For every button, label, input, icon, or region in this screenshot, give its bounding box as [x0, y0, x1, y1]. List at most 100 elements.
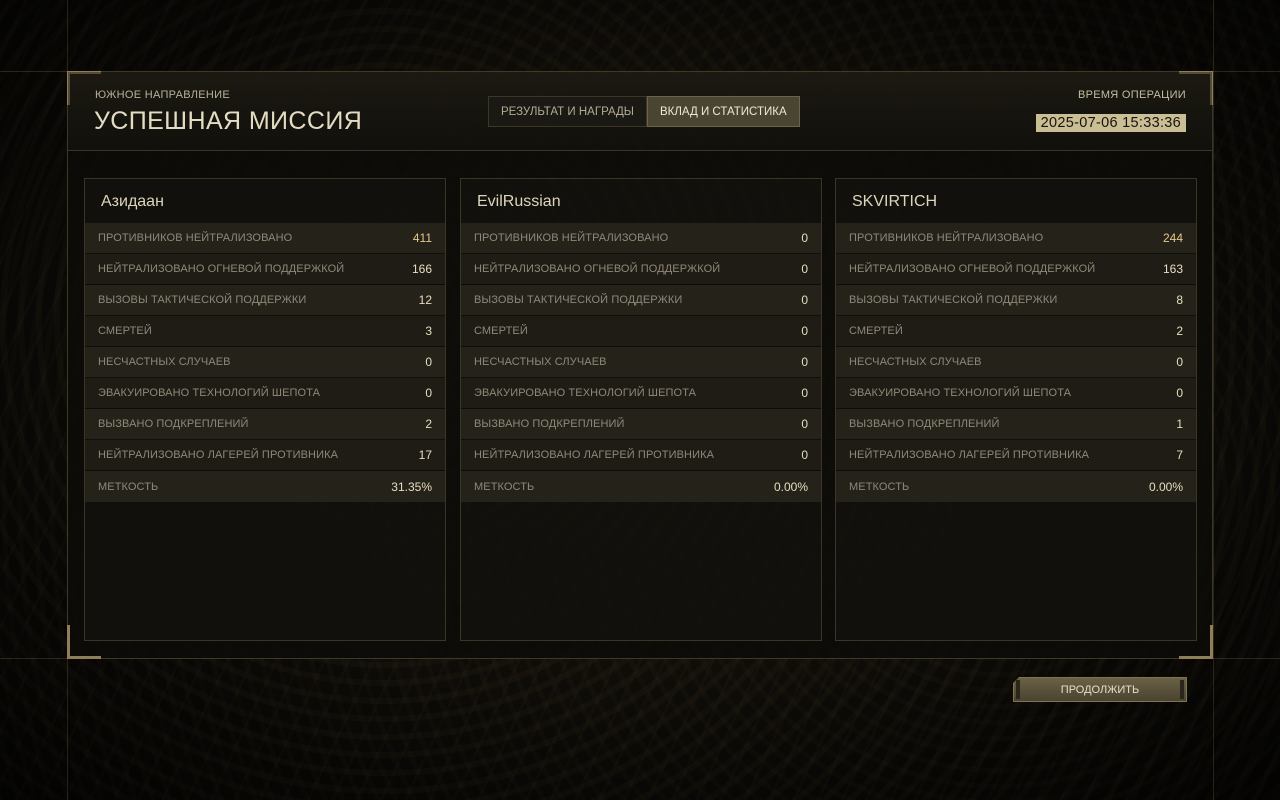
- mission-direction: ЮЖНОЕ НАПРАВЛЕНИЕ: [95, 89, 230, 101]
- stat-label: ВЫЗОВЫ ТАКТИЧЕСКОЙ ПОДДЕРЖКИ: [98, 294, 307, 306]
- stat-label: ВЫЗВАНО ПОДКРЕПЛЕНИЙ: [98, 418, 249, 430]
- stat-row: СМЕРТЕЙ 3: [85, 316, 445, 347]
- stat-label: НЕЙТРАЛИЗОВАНО ЛАГЕРЕЙ ПРОТИВНИКА: [98, 449, 339, 461]
- stat-label: МЕТКОСТЬ: [474, 480, 535, 493]
- stat-value: 12: [418, 293, 432, 307]
- stat-row: НЕСЧАСТНЫХ СЛУЧАЕВ 0: [836, 347, 1196, 378]
- stat-row: ПРОТИВНИКОВ НЕЙТРАЛИЗОВАНО 244: [836, 223, 1196, 254]
- stat-row: СМЕРТЕЙ 0: [461, 316, 821, 347]
- panel-header: ЮЖНОЕ НАПРАВЛЕНИЕ УСПЕШНАЯ МИССИЯ РЕЗУЛЬ…: [68, 72, 1212, 151]
- mission-results-panel: ЮЖНОЕ НАПРАВЛЕНИЕ УСПЕШНАЯ МИССИЯ РЕЗУЛЬ…: [67, 71, 1213, 659]
- stat-row: ПРОТИВНИКОВ НЕЙТРАЛИЗОВАНО 411: [85, 223, 445, 254]
- stat-label: ПРОТИВНИКОВ НЕЙТРАЛИЗОВАНО: [849, 232, 1044, 244]
- stat-label: ЭВАКУИРОВАНО ТЕХНОЛОГИЙ ШЕПОТА: [849, 387, 1072, 399]
- stat-value: 8: [1176, 293, 1183, 307]
- stat-label: НЕЙТРАЛИЗОВАНО ОГНЕВОЙ ПОДДЕРЖКОЙ: [474, 263, 721, 275]
- stat-row: ПРОТИВНИКОВ НЕЙТРАЛИЗОВАНО 0: [461, 223, 821, 254]
- stat-label: ВЫЗВАНО ПОДКРЕПЛЕНИЙ: [474, 418, 625, 430]
- stat-row: ЭВАКУИРОВАНО ТЕХНОЛОГИЙ ШЕПОТА 0: [85, 378, 445, 409]
- stat-row: МЕТКОСТЬ 31.35%: [85, 471, 445, 502]
- stat-row: ВЫЗОВЫ ТАКТИЧЕСКОЙ ПОДДЕРЖКИ 8: [836, 285, 1196, 316]
- stat-row: ВЫЗОВЫ ТАКТИЧЕСКОЙ ПОДДЕРЖКИ 12: [85, 285, 445, 316]
- stat-value: 0: [801, 324, 808, 338]
- stat-value: 1: [1176, 417, 1183, 431]
- stat-label: НЕЙТРАЛИЗОВАНО ОГНЕВОЙ ПОДДЕРЖКОЙ: [849, 263, 1096, 275]
- stat-value: 2: [425, 417, 432, 431]
- frame-corner: [1179, 656, 1213, 659]
- stat-value: 0: [801, 355, 808, 369]
- stat-label: НЕЙТРАЛИЗОВАНО ЛАГЕРЕЙ ПРОТИВНИКА: [474, 449, 715, 461]
- stats-list: ПРОТИВНИКОВ НЕЙТРАЛИЗОВАНО 411 НЕЙТРАЛИЗО…: [85, 223, 445, 502]
- stat-value: 0: [801, 386, 808, 400]
- stat-label: НЕСЧАСТНЫХ СЛУЧАЕВ: [98, 356, 231, 368]
- stat-value: 3: [425, 324, 432, 338]
- stat-value: 0: [801, 417, 808, 431]
- stat-row: ВЫЗВАНО ПОДКРЕПЛЕНИЙ 1: [836, 409, 1196, 440]
- stat-value: 0: [801, 262, 808, 276]
- stat-label: НЕЙТРАЛИЗОВАНО ЛАГЕРЕЙ ПРОТИВНИКА: [849, 449, 1090, 461]
- stat-label: НЕЙТРАЛИЗОВАНО ОГНЕВОЙ ПОДДЕРЖКОЙ: [98, 263, 345, 275]
- stat-row: СМЕРТЕЙ 2: [836, 316, 1196, 347]
- stat-value: 0.00%: [773, 479, 808, 494]
- continue-button[interactable]: ПРОДОЛЖИТЬ: [1013, 677, 1187, 702]
- stat-label: ВЫЗОВЫ ТАКТИЧЕСКОЙ ПОДДЕРЖКИ: [849, 294, 1058, 306]
- stat-value: 0: [425, 386, 432, 400]
- stat-row: НЕЙТРАЛИЗОВАНО ОГНЕВОЙ ПОДДЕРЖКОЙ 0: [461, 254, 821, 285]
- stat-value: 411: [412, 231, 432, 245]
- player-card: SKVIRTICH ПРОТИВНИКОВ НЕЙТРАЛИЗОВАНО 244 …: [835, 178, 1197, 641]
- stat-label: МЕТКОСТЬ: [98, 480, 159, 493]
- player-name: Азидаан: [101, 193, 164, 210]
- stat-value: 17: [418, 448, 432, 462]
- stat-label: ВЫЗВАНО ПОДКРЕПЛЕНИЙ: [849, 418, 1000, 430]
- stat-value: 0.00%: [1148, 479, 1183, 494]
- tab-bar: РЕЗУЛЬТАТ И НАГРАДЫ ВКЛАД И СТАТИСТИКА: [488, 96, 800, 127]
- stat-value: 7: [1176, 448, 1183, 462]
- stat-value: 31.35%: [391, 479, 432, 494]
- stat-label: ЭВАКУИРОВАНО ТЕХНОЛОГИЙ ШЕПОТА: [98, 387, 321, 399]
- stat-row: МЕТКОСТЬ 0.00%: [836, 471, 1196, 502]
- stat-label: ЭВАКУИРОВАНО ТЕХНОЛОГИЙ ШЕПОТА: [474, 387, 697, 399]
- player-name: SKVIRTICH: [852, 193, 938, 210]
- stat-row: ЭВАКУИРОВАНО ТЕХНОЛОГИЙ ШЕПОТА 0: [836, 378, 1196, 409]
- stat-value: 0: [801, 448, 808, 462]
- guide-line-right: [1213, 0, 1214, 800]
- stat-label: ПРОТИВНИКОВ НЕЙТРАЛИЗОВАНО: [98, 232, 293, 244]
- tab-results-rewards[interactable]: РЕЗУЛЬТАТ И НАГРАДЫ: [488, 96, 647, 127]
- player-card: EvilRussian ПРОТИВНИКОВ НЕЙТРАЛИЗОВАНО 0 …: [460, 178, 822, 641]
- page-title: УСПЕШНАЯ МИССИЯ: [94, 107, 363, 135]
- stat-label: МЕТКОСТЬ: [849, 480, 910, 493]
- stat-row: МЕТКОСТЬ 0.00%: [461, 471, 821, 502]
- stat-label: СМЕРТЕЙ: [98, 325, 152, 337]
- stat-label: ВЫЗОВЫ ТАКТИЧЕСКОЙ ПОДДЕРЖКИ: [474, 294, 683, 306]
- tab-contribution-stats[interactable]: ВКЛАД И СТАТИСТИКА: [647, 96, 800, 127]
- stat-row: НЕЙТРАЛИЗОВАНО ОГНЕВОЙ ПОДДЕРЖКОЙ 163: [836, 254, 1196, 285]
- frame-corner: [67, 656, 101, 659]
- stat-row: НЕЙТРАЛИЗОВАНО ЛАГЕРЕЙ ПРОТИВНИКА 0: [461, 440, 821, 471]
- stat-value: 0: [1176, 386, 1183, 400]
- stat-label: НЕСЧАСТНЫХ СЛУЧАЕВ: [849, 356, 982, 368]
- player-card: Азидаан ПРОТИВНИКОВ НЕЙТРАЛИЗОВАНО 411 НЕ…: [84, 178, 446, 641]
- stat-row: ВЫЗВАНО ПОДКРЕПЛЕНИЙ 2: [85, 409, 445, 440]
- stat-row: НЕСЧАСТНЫХ СЛУЧАЕВ 0: [461, 347, 821, 378]
- stat-label: ПРОТИВНИКОВ НЕЙТРАЛИЗОВАНО: [474, 232, 669, 244]
- stat-row: ВЫЗВАНО ПОДКРЕПЛЕНИЙ 0: [461, 409, 821, 440]
- stat-label: СМЕРТЕЙ: [849, 325, 903, 337]
- stat-value: 166: [411, 262, 432, 276]
- stat-row: НЕЙТРАЛИЗОВАНО ЛАГЕРЕЙ ПРОТИВНИКА 17: [85, 440, 445, 471]
- stats-list: ПРОТИВНИКОВ НЕЙТРАЛИЗОВАНО 244 НЕЙТРАЛИЗО…: [836, 223, 1196, 502]
- stat-row: НЕЙТРАЛИЗОВАНО ЛАГЕРЕЙ ПРОТИВНИКА 7: [836, 440, 1196, 471]
- stats-list: ПРОТИВНИКОВ НЕЙТРАЛИЗОВАНО 0 НЕЙТРАЛИЗОВА…: [461, 223, 821, 502]
- stat-value: 0: [801, 231, 808, 245]
- stat-value: 244: [1162, 231, 1183, 245]
- stat-value: 0: [801, 293, 808, 307]
- operation-time-label: ВРЕМЯ ОПЕРАЦИИ: [1077, 89, 1186, 101]
- stat-row: НЕЙТРАЛИЗОВАНО ОГНЕВОЙ ПОДДЕРЖКОЙ 166: [85, 254, 445, 285]
- operation-time-value: 2025-07-06 15:33:36: [1035, 114, 1186, 132]
- stat-row: ВЫЗОВЫ ТАКТИЧЕСКОЙ ПОДДЕРЖКИ 0: [461, 285, 821, 316]
- stat-value: 0: [425, 355, 432, 369]
- frame-corner: [67, 625, 70, 659]
- stat-label: СМЕРТЕЙ: [474, 325, 528, 337]
- player-name: EvilRussian: [477, 193, 561, 210]
- stat-row: НЕСЧАСТНЫХ СЛУЧАЕВ 0: [85, 347, 445, 378]
- stat-value: 2: [1176, 324, 1183, 338]
